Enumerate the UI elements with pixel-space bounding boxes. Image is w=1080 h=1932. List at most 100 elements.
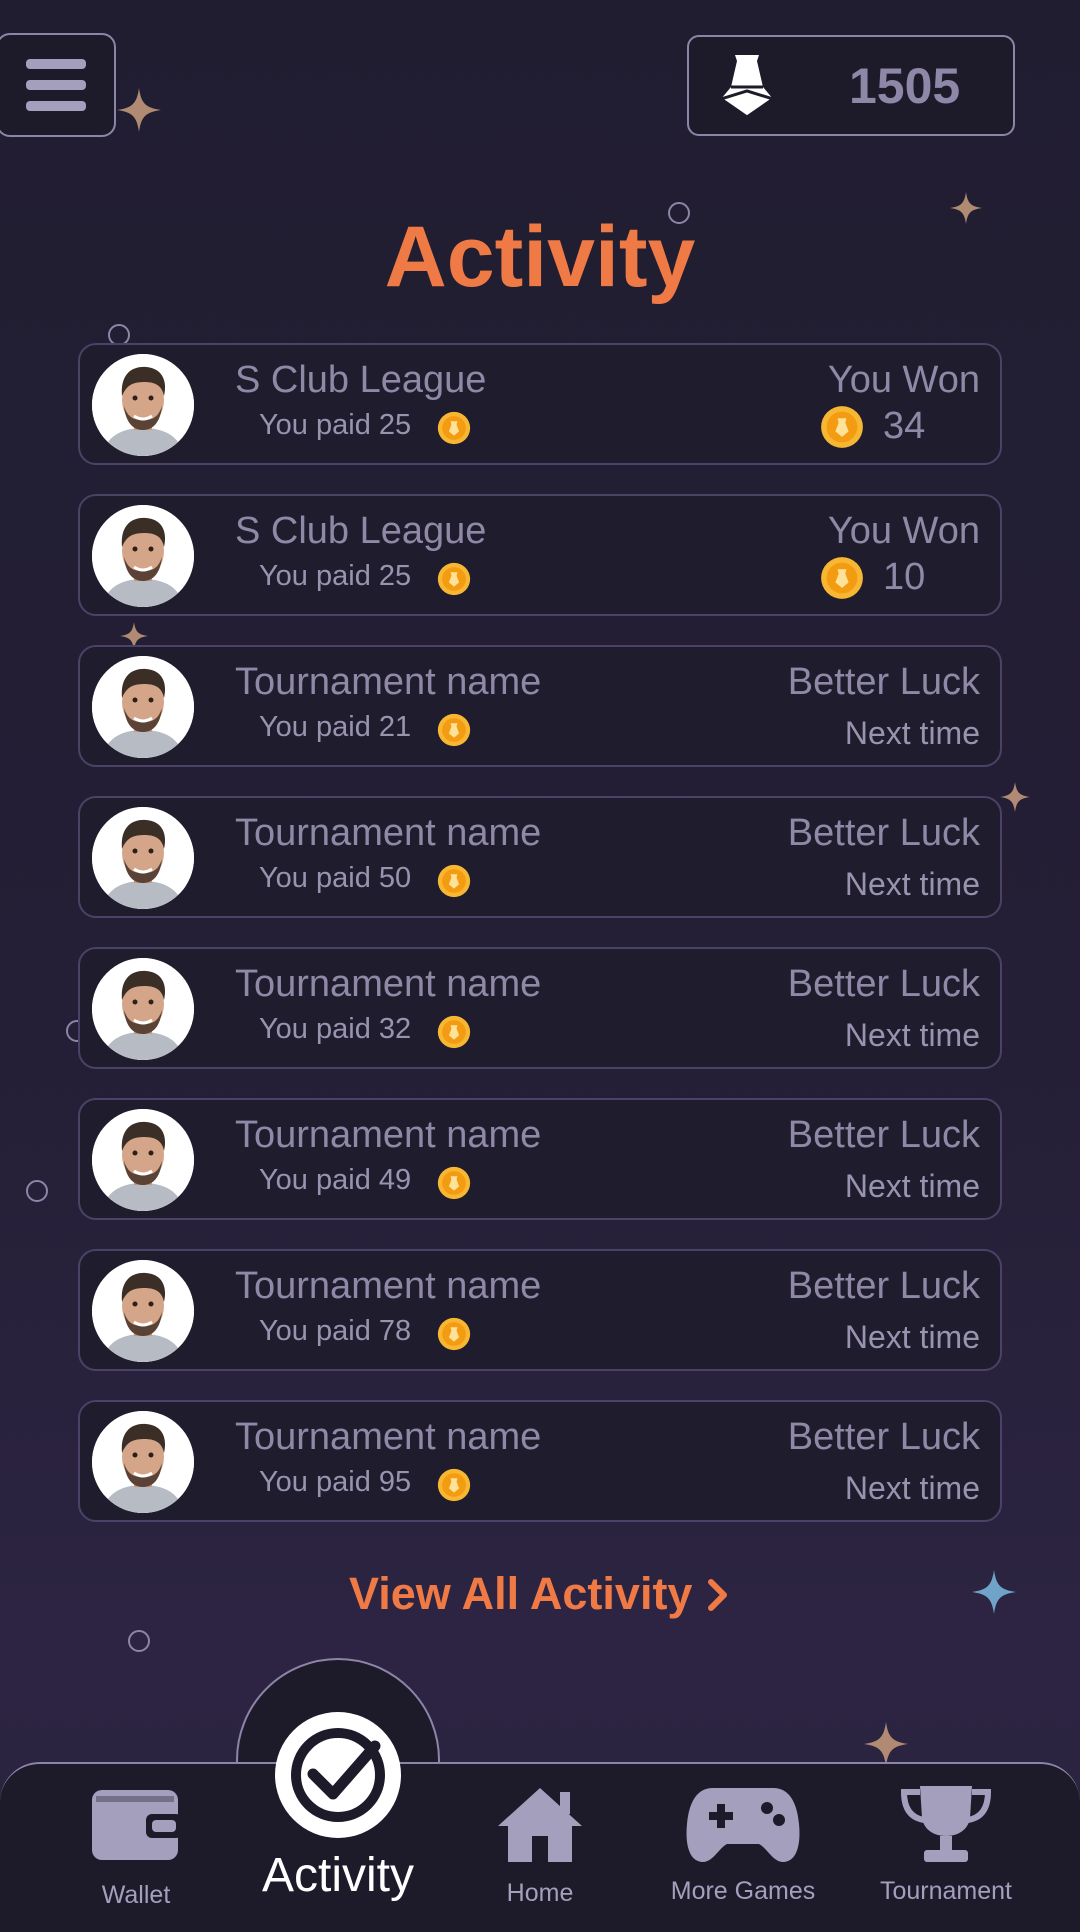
activity-result-sub: Next time <box>844 1470 980 1506</box>
paid-coin-icon <box>437 1468 471 1507</box>
activity-title: Tournament name <box>235 1114 542 1156</box>
activity-row[interactable]: Tournament name You paid 95 Better Luck Nex… <box>78 1400 1002 1522</box>
activity-row[interactable]: S Club League You paid 25 You Won 34 <box>78 343 1002 465</box>
avatar-image <box>92 354 194 456</box>
activity-result-sub: Next time <box>844 1017 980 1053</box>
paid-coin-icon <box>437 411 471 450</box>
nav-more-games-label: More Games <box>670 1877 816 1905</box>
activity-row[interactable]: Tournament name You paid 49 Better Luck Nex… <box>78 1098 1002 1220</box>
gamepad-icon <box>686 1788 800 1862</box>
avatar <box>92 807 194 909</box>
avatar <box>92 1260 194 1362</box>
activity-result: Better Luck <box>787 661 980 703</box>
won-coin-icon <box>820 405 864 454</box>
coin-icon <box>437 562 471 596</box>
won-amount: 34 <box>883 405 926 447</box>
activity-title: S Club League <box>235 510 487 552</box>
chevron-right-icon <box>707 1579 727 1611</box>
activity-result-sub: Next time <box>844 1319 980 1355</box>
menu-button[interactable] <box>0 33 116 137</box>
activity-title: Tournament name <box>235 661 542 703</box>
paid-coin-icon <box>437 713 471 752</box>
avatar-image <box>92 807 194 909</box>
avatar-image <box>92 656 194 758</box>
activity-result-sub: Next time <box>844 1168 980 1204</box>
coin-icon <box>437 1015 471 1049</box>
avatar-image <box>92 958 194 1060</box>
paid-coin-icon <box>437 1166 471 1205</box>
nav-activity-label[interactable]: Activity <box>236 1848 440 1903</box>
activity-result: Better Luck <box>787 1416 980 1458</box>
activity-paid: You paid 95 <box>259 1466 412 1498</box>
activity-title: Tournament name <box>235 812 542 854</box>
chess-pawn-icon <box>717 55 777 119</box>
activity-title: Tournament name <box>235 963 542 1005</box>
avatar <box>92 958 194 1060</box>
nav-wallet-label: Wallet <box>101 1881 171 1909</box>
avatar <box>92 354 194 456</box>
activity-paid: You paid 50 <box>259 862 412 894</box>
view-all-activity-link[interactable]: View All Activity <box>0 1568 1080 1620</box>
hamburger-menu-icon <box>26 59 86 111</box>
activity-result: Better Luck <box>787 963 980 1005</box>
coin-icon <box>437 1317 471 1351</box>
nav-home[interactable]: Home <box>490 1784 590 1908</box>
sparkle-icon <box>1000 782 1030 812</box>
avatar-image <box>92 1260 194 1362</box>
activity-row[interactable]: Tournament name You paid 50 Better Luck Nex… <box>78 796 1002 918</box>
avatar-image <box>92 1411 194 1513</box>
activity-result: Better Luck <box>787 1114 980 1156</box>
avatar-image <box>92 505 194 607</box>
activity-paid: You paid 49 <box>259 1164 412 1196</box>
nav-more-games[interactable]: More Games <box>668 1784 818 1906</box>
activity-paid: You paid 32 <box>259 1013 412 1045</box>
nav-home-label: Home <box>506 1879 574 1907</box>
activity-result-sub: Next time <box>844 715 980 751</box>
activity-row[interactable]: Tournament name You paid 32 Better Luck Nex… <box>78 947 1002 1069</box>
activity-title: Tournament name <box>235 1416 542 1458</box>
activity-result: Better Luck <box>787 1265 980 1307</box>
activity-result: Better Luck <box>787 812 980 854</box>
paid-coin-icon <box>437 1015 471 1054</box>
coin-balance-value: 1505 <box>849 58 961 114</box>
activity-row[interactable]: Tournament name You paid 78 Better Luck Nex… <box>78 1249 1002 1371</box>
trophy-icon <box>900 1786 992 1862</box>
activity-title: S Club League <box>235 359 487 401</box>
home-icon <box>498 1788 582 1862</box>
coin-icon <box>821 557 863 599</box>
coin-icon <box>437 1468 471 1502</box>
activity-paid: You paid 78 <box>259 1315 412 1347</box>
won-amount: 10 <box>883 556 926 598</box>
activity-row[interactable]: Tournament name You paid 21 Better Luck Nex… <box>78 645 1002 767</box>
paid-coin-icon <box>437 1317 471 1356</box>
avatar <box>92 1109 194 1211</box>
coin-icon <box>437 411 471 445</box>
nav-wallet[interactable]: Wallet <box>80 1788 192 1910</box>
page-title: Activity <box>384 209 696 305</box>
won-coin-icon <box>820 556 864 605</box>
activity-result: You Won <box>827 510 980 552</box>
paid-coin-icon <box>437 562 471 601</box>
coin-icon <box>437 864 471 898</box>
activity-title: Tournament name <box>235 1265 542 1307</box>
avatar <box>92 1411 194 1513</box>
activity-paid: You paid 21 <box>259 711 412 743</box>
activity-row[interactable]: S Club League You paid 25 You Won 10 <box>78 494 1002 616</box>
coin-icon <box>821 406 863 448</box>
activity-result-sub: Next time <box>844 866 980 902</box>
activity-paid: You paid 25 <box>259 409 412 441</box>
avatar <box>92 656 194 758</box>
activity-result: You Won <box>827 359 980 401</box>
decor-dot <box>128 1630 150 1652</box>
activity-nav-icon-wrap[interactable] <box>275 1712 401 1843</box>
avatar <box>92 505 194 607</box>
wallet-icon <box>92 1790 182 1860</box>
sparkle-icon <box>864 1722 908 1766</box>
checkmark-circle-icon <box>275 1712 401 1838</box>
coin-balance[interactable]: 1505 <box>687 35 1015 136</box>
nav-tournament[interactable]: Tournament <box>876 1784 1016 1906</box>
paid-coin-icon <box>437 864 471 903</box>
activity-paid: You paid 25 <box>259 560 412 592</box>
avatar-image <box>92 1109 194 1211</box>
nav-tournament-label: Tournament <box>879 1877 1013 1905</box>
